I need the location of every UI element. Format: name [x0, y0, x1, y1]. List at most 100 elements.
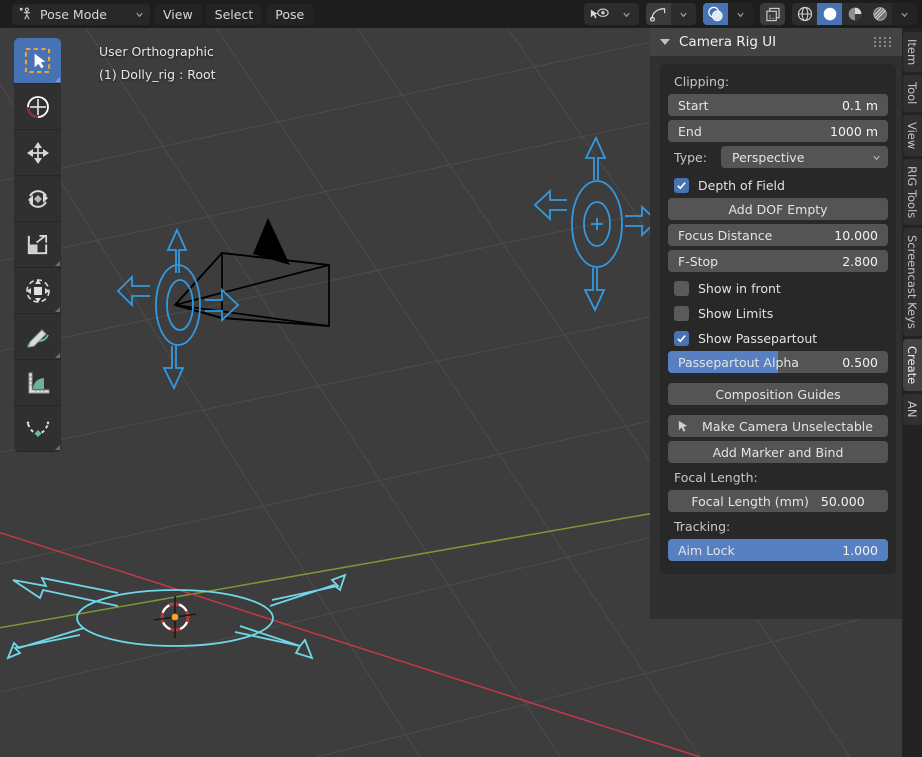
make-camera-unselectable-label: Make Camera Unselectable — [697, 419, 878, 434]
camera-type-value: Perspective — [732, 150, 872, 165]
chevron-down-icon — [622, 10, 631, 19]
pointer-arrow-icon — [676, 419, 691, 433]
aim-target-widget[interactable] — [535, 138, 657, 310]
viewport-header: Pose Mode View Select Pose — [0, 0, 922, 28]
clip-end-field[interactable]: End 1000 m — [668, 120, 888, 142]
shading-group — [792, 3, 917, 25]
sidebar-item-cursor-tool[interactable] — [14, 84, 61, 130]
camera-wireframe[interactable] — [175, 218, 329, 326]
tab-rig-tools[interactable]: RIG Tools — [903, 159, 922, 225]
visibility-dropdown[interactable] — [614, 3, 639, 25]
f-stop-field[interactable]: F-Stop 2.800 — [668, 250, 888, 272]
composition-guides-button[interactable]: Composition Guides — [668, 383, 888, 405]
wireframe-globe-icon — [797, 6, 813, 22]
depth-of-field-row[interactable]: Depth of Field — [668, 173, 888, 197]
mode-selector[interactable]: Pose Mode — [12, 4, 150, 25]
make-camera-unselectable-button[interactable]: Make Camera Unselectable — [668, 415, 888, 437]
sidebar-region: Camera Rig UI Clipping: Start 0.1 m End … — [650, 28, 902, 619]
sidebar-item-tweak-tool[interactable] — [14, 38, 61, 84]
passepartout-alpha-slider[interactable]: Passepartout Alpha 0.500 — [668, 351, 888, 373]
snap-magnet-icon — [650, 7, 667, 22]
tab-screencast-keys[interactable]: Screencast Keys — [903, 228, 922, 336]
triangle-down-icon — [660, 39, 670, 45]
pencil-annotate-icon — [24, 323, 52, 351]
cursor-crosshair-icon — [24, 93, 52, 121]
sidebar-item-bone-curve-tool[interactable] — [14, 406, 61, 452]
depth-of-field-checkbox[interactable] — [674, 178, 689, 193]
shading-dropdown[interactable] — [892, 3, 917, 25]
shading-solid-button[interactable] — [817, 3, 842, 25]
show-in-front-checkbox[interactable] — [674, 281, 689, 296]
add-marker-and-bind-label: Add Marker and Bind — [713, 445, 844, 460]
material-sphere-icon — [847, 6, 863, 22]
sidebar-item-measure-tool[interactable] — [14, 360, 61, 406]
tab-tool[interactable]: Tool — [903, 75, 922, 111]
show-passepartout-label: Show Passepartout — [698, 331, 817, 346]
clip-start-field[interactable]: Start 0.1 m — [668, 94, 888, 116]
camera-type-row: Type: Perspective — [668, 146, 888, 168]
pose-mode-icon — [19, 7, 33, 21]
overlays-toggle-button[interactable] — [703, 3, 728, 25]
shading-wireframe-button[interactable] — [792, 3, 817, 25]
show-limits-label: Show Limits — [698, 306, 773, 321]
snap-toggle-button[interactable] — [646, 3, 671, 25]
aim-lock-label: Aim Lock — [678, 543, 842, 558]
menu-view[interactable]: View — [154, 4, 202, 25]
camera-type-dropdown[interactable]: Perspective — [721, 146, 888, 168]
focus-distance-field[interactable]: Focus Distance 10.000 — [668, 224, 888, 246]
cursor-3d — [154, 596, 196, 638]
visibility-group — [584, 3, 639, 25]
passepartout-alpha-label: Passepartout Alpha — [678, 355, 842, 370]
focal-length-field[interactable]: Focal Length (mm) 50.000 — [668, 490, 888, 512]
tab-create[interactable]: Create — [903, 339, 922, 391]
xray-group — [760, 3, 785, 25]
focal-length-label: Focal Length: — [668, 467, 888, 490]
add-dof-empty-button[interactable]: Add DOF Empty — [668, 198, 888, 220]
show-limits-checkbox[interactable] — [674, 306, 689, 321]
axis-x-line — [0, 523, 700, 757]
shading-rendered-button[interactable] — [867, 3, 892, 25]
menu-pose[interactable]: Pose — [266, 4, 313, 25]
overlays-dropdown[interactable] — [728, 3, 753, 25]
sidebar-item-transform-tool[interactable] — [14, 268, 61, 314]
chevron-down-icon — [900, 10, 909, 19]
depth-of-field-label: Depth of Field — [698, 178, 785, 193]
drag-grip-icon[interactable] — [874, 37, 892, 47]
sidebar-item-annotate-tool[interactable] — [14, 314, 61, 360]
chevron-down-icon — [736, 10, 745, 19]
tracking-label: Tracking: — [668, 516, 888, 539]
rotate-arc-icon — [24, 185, 52, 213]
mode-selector-label: Pose Mode — [40, 7, 128, 22]
xray-squares-icon — [765, 7, 781, 22]
snap-dropdown[interactable] — [671, 3, 696, 25]
menu-select[interactable]: Select — [206, 4, 263, 25]
panel-header-camera-rig-ui[interactable]: Camera Rig UI — [650, 28, 902, 56]
sidebar-item-move-tool[interactable] — [14, 130, 61, 176]
viewport-toolbar — [14, 38, 61, 452]
aim-lock-value: 1.000 — [842, 543, 878, 558]
rendered-sphere-icon — [872, 6, 888, 22]
sidebar-item-rotate-tool[interactable] — [14, 176, 61, 222]
sidebar-item-scale-tool[interactable] — [14, 222, 61, 268]
chevron-down-icon — [135, 10, 144, 19]
tab-view[interactable]: View — [903, 115, 922, 156]
aim-lock-slider[interactable]: Aim Lock 1.000 — [668, 539, 888, 561]
snapping-group — [646, 3, 696, 25]
show-passepartout-checkbox[interactable] — [674, 331, 689, 346]
panel-title: Camera Rig UI — [679, 34, 874, 50]
add-marker-and-bind-button[interactable]: Add Marker and Bind — [668, 441, 888, 463]
tab-an[interactable]: AN — [903, 394, 922, 424]
ruler-protractor-icon — [24, 369, 52, 397]
shading-material-button[interactable] — [842, 3, 867, 25]
xray-toggle-button[interactable] — [760, 3, 785, 25]
tab-item[interactable]: Item — [903, 32, 922, 72]
move-arrows-icon — [24, 139, 52, 167]
visibility-toggle-button[interactable] — [584, 3, 614, 25]
show-passepartout-row[interactable]: Show Passepartout — [668, 326, 888, 350]
tool-submenu-corner — [55, 445, 60, 450]
tool-submenu-corner — [55, 77, 60, 82]
check-icon — [676, 333, 687, 344]
show-in-front-row[interactable]: Show in front — [668, 276, 888, 300]
show-limits-row[interactable]: Show Limits — [668, 301, 888, 325]
camera-bone-widget[interactable] — [118, 230, 238, 388]
